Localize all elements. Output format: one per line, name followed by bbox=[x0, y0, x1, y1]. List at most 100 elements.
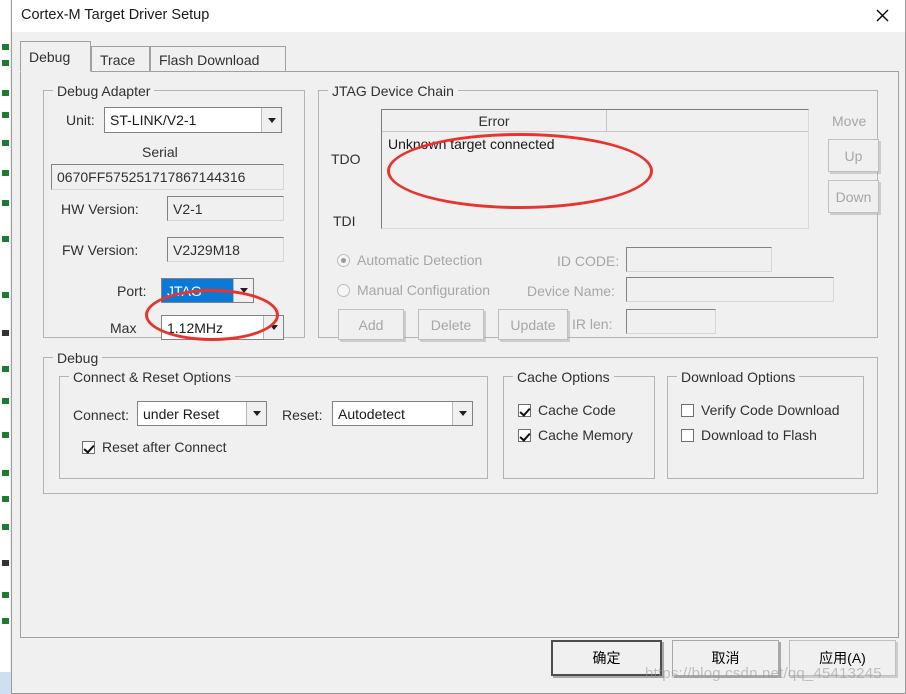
code-fragment bbox=[2, 60, 9, 66]
checkbox-indicator bbox=[681, 428, 694, 442]
button-label: Add bbox=[358, 316, 384, 333]
radio-indicator bbox=[337, 283, 350, 297]
download-options-group: Download Options Verify Code Download Do… bbox=[667, 369, 864, 479]
code-fragment bbox=[2, 200, 9, 206]
code-fragment bbox=[2, 330, 9, 336]
port-value: JTAG bbox=[162, 279, 233, 302]
chevron-down-icon[interactable] bbox=[452, 402, 472, 425]
title-bar: Cortex-M Target Driver Setup bbox=[12, 0, 905, 32]
update-button[interactable]: Update bbox=[498, 309, 568, 340]
serial-field: 0670FF575251717867144316 bbox=[51, 164, 284, 190]
code-fragment bbox=[2, 292, 9, 298]
checkbox-cache-code[interactable]: Cache Code bbox=[518, 402, 616, 418]
group-title: Cache Options bbox=[513, 369, 614, 385]
window-title: Cortex-M Target Driver Setup bbox=[21, 7, 210, 23]
table-row[interactable]: Unknown target connected bbox=[388, 136, 555, 152]
tab-label: Trace bbox=[100, 51, 136, 68]
hw-version-field: V2-1 bbox=[167, 196, 284, 221]
chevron-down-icon[interactable] bbox=[261, 108, 281, 132]
unit-value: ST-LINK/V2-1 bbox=[110, 112, 197, 128]
fw-version-field: V2J29M18 bbox=[167, 237, 284, 262]
checkbox-indicator bbox=[518, 403, 531, 417]
add-button[interactable]: Add bbox=[338, 309, 404, 340]
chevron-down-icon[interactable] bbox=[233, 279, 253, 302]
group-title: Connect & Reset Options bbox=[69, 369, 235, 385]
tab-flash-download[interactable]: Flash Download bbox=[150, 46, 286, 72]
ok-button[interactable]: 确定 bbox=[551, 640, 662, 676]
radio-label: Automatic Detection bbox=[357, 252, 483, 268]
chevron-down-icon[interactable] bbox=[246, 402, 266, 425]
tab-label: Flash Download bbox=[159, 51, 260, 68]
chevron-down-icon[interactable] bbox=[263, 316, 283, 339]
cancel-button[interactable]: 取消 bbox=[672, 640, 779, 676]
fw-version-value: V2J29M18 bbox=[173, 241, 240, 258]
tab-strip: Debug Trace Flash Download Debug Adapter… bbox=[20, 38, 899, 678]
button-label: Down bbox=[835, 188, 872, 205]
checkbox-cache-memory[interactable]: Cache Memory bbox=[518, 427, 633, 443]
checkbox-label: Cache Code bbox=[538, 402, 616, 418]
radio-indicator bbox=[337, 253, 350, 267]
button-label: 确定 bbox=[592, 650, 621, 666]
code-fragment bbox=[2, 470, 9, 476]
column-header-empty bbox=[607, 110, 808, 132]
group-title: JTAG Device Chain bbox=[328, 83, 458, 99]
code-fragment bbox=[2, 560, 9, 566]
connect-value: under Reset bbox=[143, 405, 220, 422]
code-fragment bbox=[2, 140, 9, 146]
checkbox-verify-code-download[interactable]: Verify Code Download bbox=[681, 402, 840, 418]
code-fragment bbox=[2, 592, 9, 598]
tdi-label: TDI bbox=[333, 213, 356, 229]
port-label: Port: bbox=[117, 283, 147, 299]
reset-combobox[interactable]: Autodetect bbox=[332, 401, 473, 426]
code-fragment bbox=[2, 366, 9, 372]
checkbox-indicator bbox=[518, 428, 531, 442]
device-name-field[interactable] bbox=[626, 277, 834, 302]
reset-label: Reset: bbox=[282, 407, 323, 423]
code-fragment bbox=[2, 524, 9, 530]
radio-automatic-detection[interactable]: Automatic Detection bbox=[337, 252, 482, 268]
port-combobox[interactable]: JTAG bbox=[161, 278, 254, 303]
serial-label: Serial bbox=[142, 144, 178, 160]
move-down-button[interactable]: Down bbox=[828, 180, 879, 213]
code-fragment bbox=[2, 398, 9, 404]
jtag-chain-list[interactable]: Error Unknown target connected bbox=[381, 109, 809, 229]
ir-len-field[interactable] bbox=[626, 309, 716, 334]
checkbox-indicator bbox=[82, 440, 95, 454]
connect-combobox[interactable]: under Reset bbox=[137, 401, 267, 426]
tab-trace[interactable]: Trace bbox=[91, 46, 150, 72]
code-fragment bbox=[2, 496, 9, 502]
debug-tab-page: Debug Adapter Unit: ST-LINK/V2-1 Serial … bbox=[20, 71, 899, 638]
jtag-device-chain-group: JTAG Device Chain TDO TDI Error Unknown … bbox=[318, 83, 879, 340]
hw-version-label: HW Version: bbox=[61, 201, 139, 217]
tab-debug[interactable]: Debug bbox=[20, 41, 91, 72]
move-up-button[interactable]: Up bbox=[828, 139, 879, 172]
serial-value: 0670FF575251717867144316 bbox=[57, 169, 246, 185]
unit-combobox[interactable]: ST-LINK/V2-1 bbox=[104, 107, 282, 133]
tab-label: Debug bbox=[29, 48, 71, 65]
close-icon[interactable] bbox=[859, 0, 905, 31]
connect-reset-options-group: Connect & Reset Options Connect: under R… bbox=[59, 369, 488, 479]
checkbox-download-to-flash[interactable]: Download to Flash bbox=[681, 427, 817, 443]
fw-version-label: FW Version: bbox=[62, 242, 139, 258]
connect-label: Connect: bbox=[73, 407, 130, 423]
chain-error-text: Unknown target connected bbox=[388, 136, 555, 152]
checkbox-indicator bbox=[681, 403, 694, 417]
cache-options-group: Cache Options Cache Code Cache Memory bbox=[503, 369, 655, 479]
checkbox-label: Reset after Connect bbox=[102, 439, 227, 455]
code-fragment bbox=[2, 618, 9, 624]
hw-version-value: V2-1 bbox=[173, 200, 203, 217]
device-name-label: Device Name: bbox=[527, 283, 615, 299]
code-fragment bbox=[2, 236, 9, 242]
checkbox-label: Cache Memory bbox=[538, 427, 633, 443]
delete-button[interactable]: Delete bbox=[418, 309, 484, 340]
group-title: Debug Adapter bbox=[53, 83, 155, 99]
radio-manual-configuration[interactable]: Manual Configuration bbox=[337, 282, 490, 298]
max-clock-combobox[interactable]: 1.12MHz bbox=[161, 315, 284, 340]
group-title: Download Options bbox=[677, 369, 800, 385]
checkbox-label: Verify Code Download bbox=[701, 402, 840, 418]
id-code-field[interactable] bbox=[626, 247, 772, 272]
apply-button[interactable]: 应用(A) bbox=[789, 640, 896, 676]
code-fragment bbox=[2, 90, 9, 96]
code-fragment bbox=[2, 432, 9, 438]
checkbox-reset-after-connect[interactable]: Reset after Connect bbox=[82, 439, 227, 455]
